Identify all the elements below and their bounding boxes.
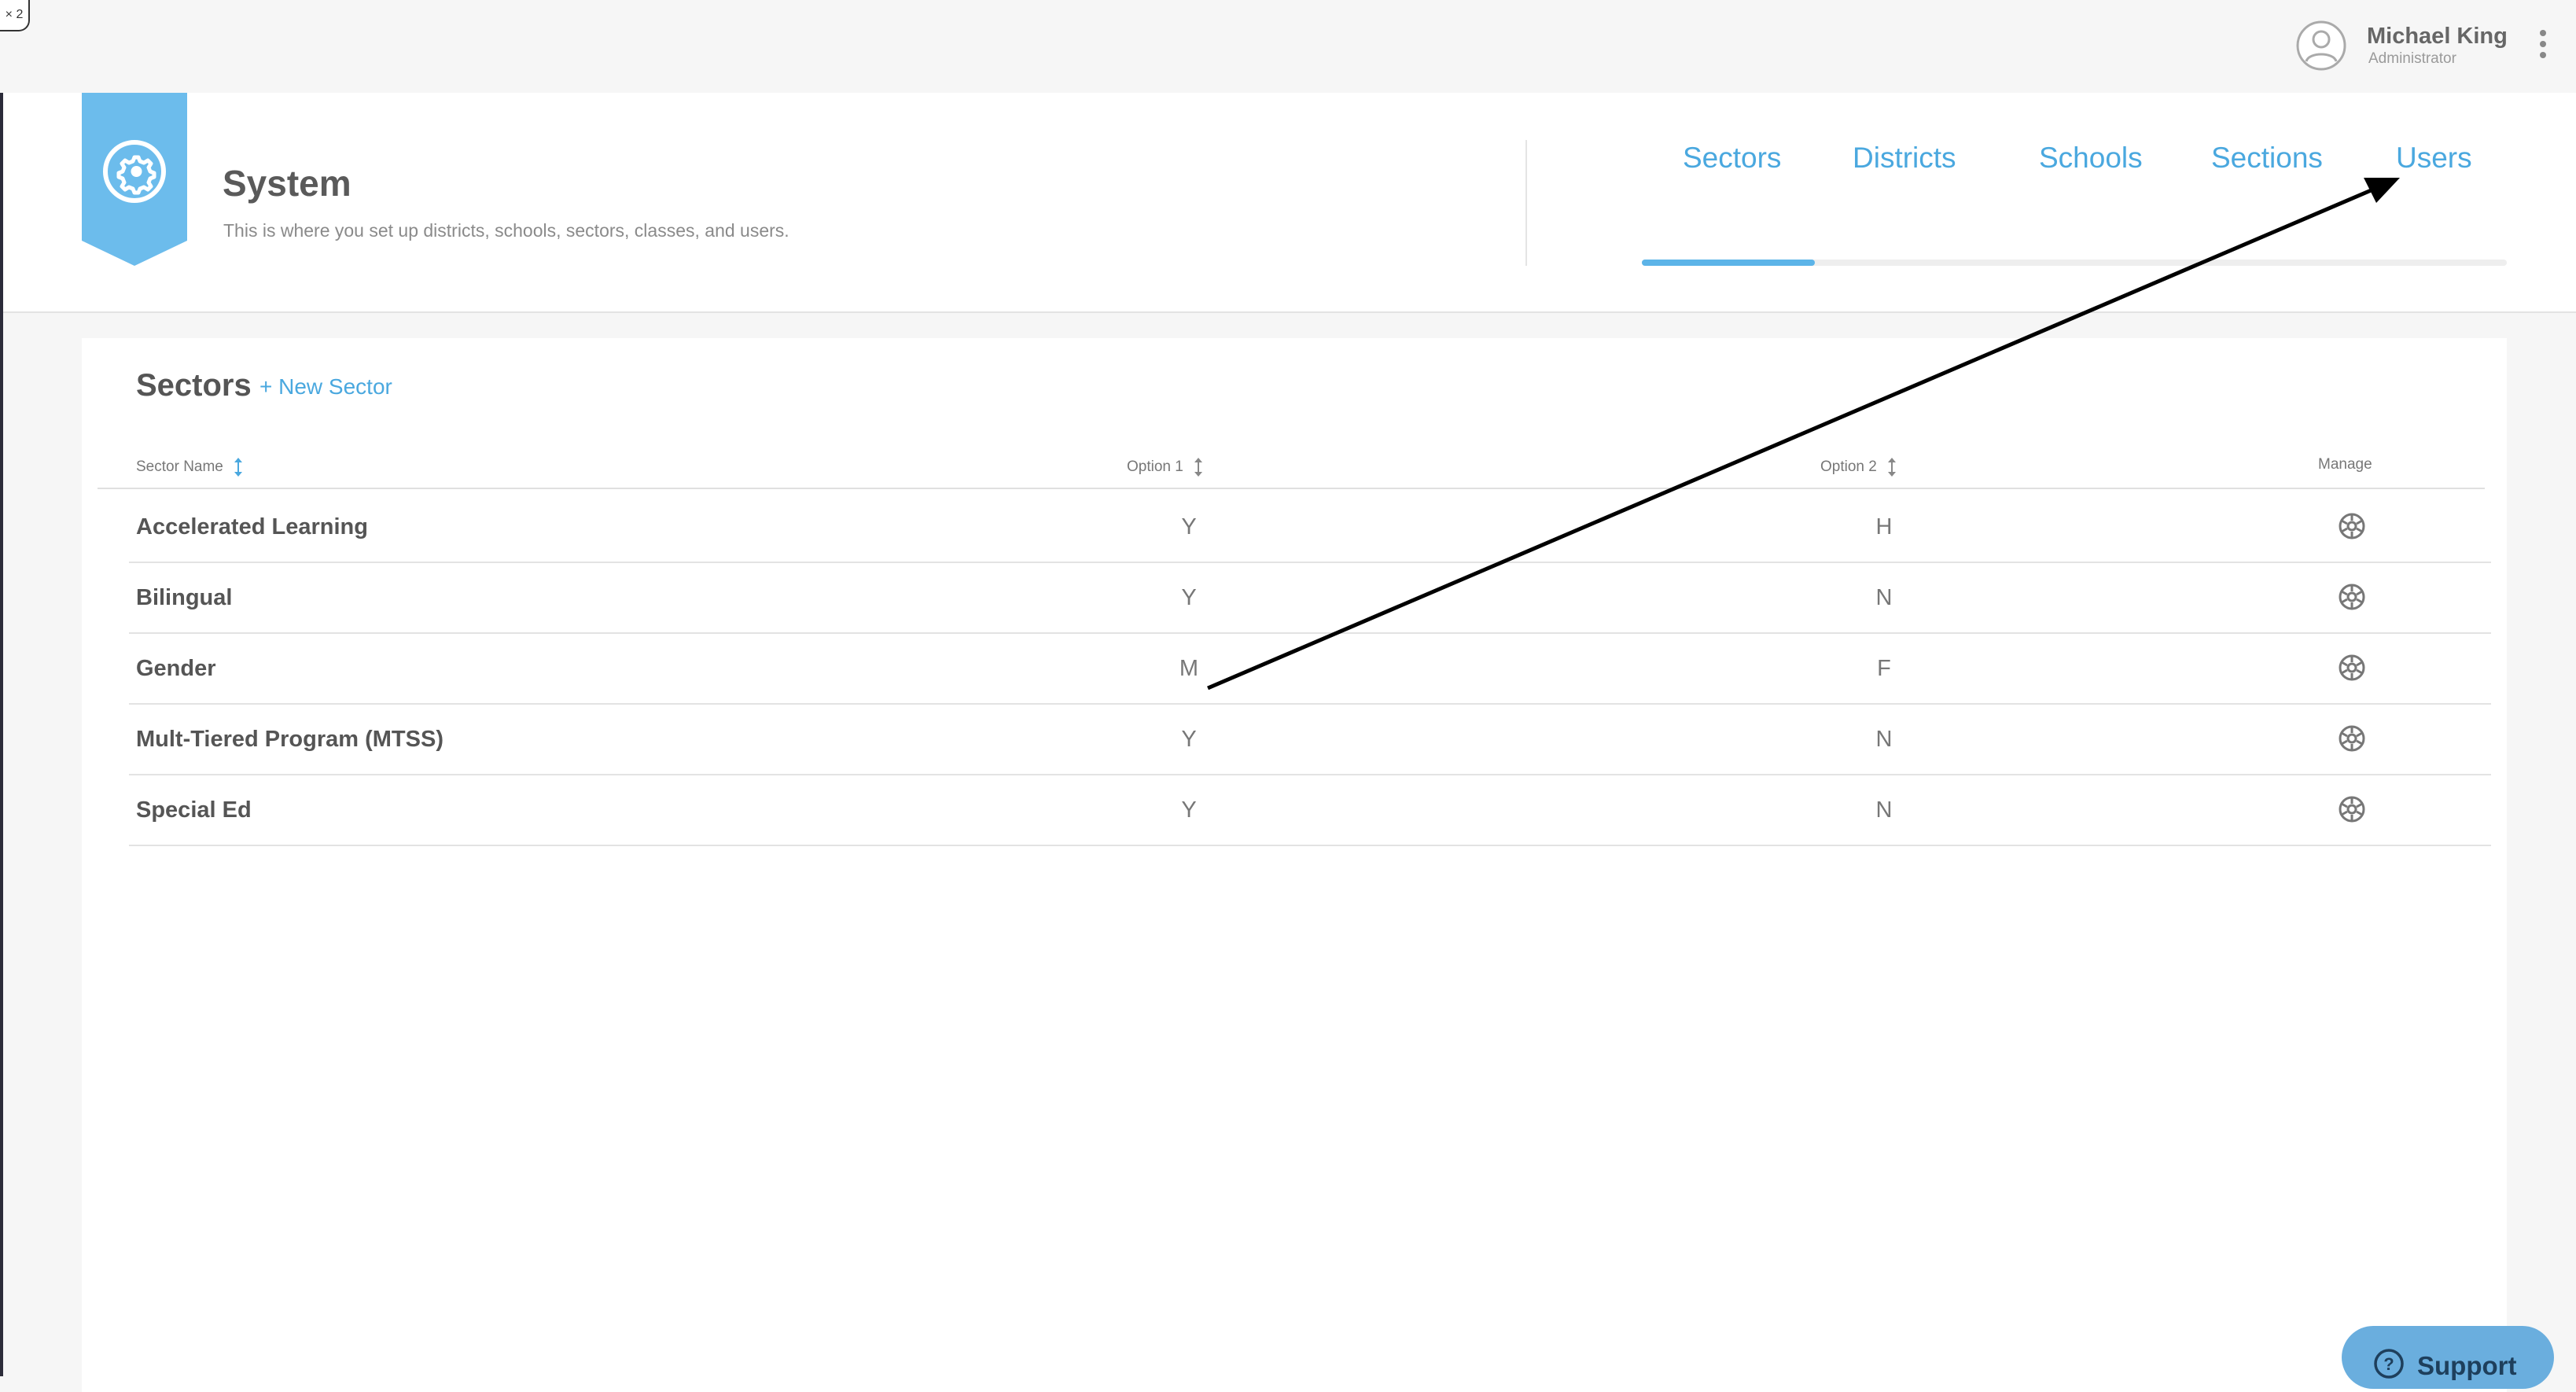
table-row[interactable]: Accelerated Learning Y H [129,491,2491,563]
column-header-sector-name[interactable]: Sector Name [136,456,243,478]
column-header-option1[interactable]: Option 1 [1127,456,1203,478]
sector-option1: M [1179,656,1199,681]
sector-name: Mult-Tiered Program (MTSS) [136,727,443,752]
sector-option2: N [1875,727,1893,752]
table-row[interactable]: Special Ed Y N [129,774,2491,846]
top-bar: Michael King Administrator [0,0,2576,93]
gear-icon[interactable] [2337,511,2367,541]
table-row[interactable]: Gender M F [129,632,2491,705]
sectors-title: Sectors [136,368,252,403]
sort-arrows-icon[interactable] [1194,456,1203,478]
new-sector-link[interactable]: + New Sector [259,374,392,400]
page-header [3,93,2576,313]
user-avatar-icon[interactable] [2296,20,2346,71]
sector-option1: Y [1181,514,1197,539]
gear-icon[interactable] [2337,653,2367,683]
sector-name: Accelerated Learning [136,514,368,539]
tab-active-indicator [1642,260,1815,266]
user-name[interactable]: Michael King [2367,24,2508,50]
sector-option1: Y [1181,585,1197,610]
sector-name: Gender [136,656,216,681]
table-row[interactable]: Bilingual Y N [129,562,2491,634]
sector-option2: N [1875,585,1893,610]
tab-districts[interactable]: Districts [1853,142,1956,175]
table-header-divider [98,488,2485,489]
gear-badge-icon [82,93,187,266]
column-header-label: Option 1 [1127,458,1183,476]
svg-text:?: ? [2383,1354,2394,1374]
tab-users[interactable]: Users [2396,142,2472,175]
sector-option2: H [1875,514,1893,539]
sector-name: Bilingual [136,585,233,610]
sort-arrows-icon[interactable] [234,456,243,478]
kebab-menu-icon[interactable] [2537,30,2549,63]
sector-name: Special Ed [136,797,252,823]
header-divider [1525,140,1527,266]
table-row[interactable]: Mult-Tiered Program (MTSS) Y N [129,703,2491,775]
gear-icon[interactable] [2337,794,2367,824]
user-role: Administrator [2368,50,2456,67]
tab-schools[interactable]: Schools [2039,142,2143,175]
sector-option1: Y [1181,727,1197,752]
page-subtitle: This is where you set up districts, scho… [223,220,789,241]
column-header-label: Sector Name [136,458,223,476]
tab-sectors[interactable]: Sectors [1683,142,1781,175]
column-header-label: Option 2 [1820,458,1877,476]
support-button[interactable]: ? Support [2342,1326,2554,1389]
zoom-badge: × 2 [0,0,30,31]
column-header-option2[interactable]: Option 2 [1820,456,1897,478]
sector-option2: N [1875,797,1893,823]
sector-option2: F [1877,656,1891,681]
tab-sections[interactable]: Sections [2211,142,2323,175]
sector-option1: Y [1181,797,1197,823]
sort-arrows-icon[interactable] [1887,456,1897,478]
support-label: Support [2417,1351,2517,1380]
gear-icon[interactable] [2337,724,2367,753]
page-title: System [223,163,351,204]
gear-icon[interactable] [2337,582,2367,612]
column-header-manage: Manage [2318,456,2372,473]
question-circle-icon: ? [2374,1349,2404,1379]
